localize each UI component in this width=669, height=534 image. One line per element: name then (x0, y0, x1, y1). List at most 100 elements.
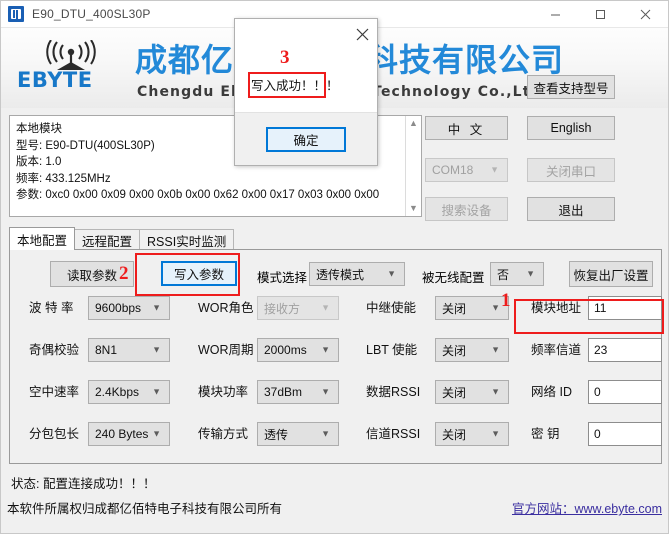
chevron-down-icon: ▼ (491, 428, 500, 439)
close-serial-port-button[interactable]: 关闭串口 (527, 158, 615, 182)
chevron-down-icon: ▼ (321, 344, 330, 355)
official-website-link[interactable]: 官方网站：www.ebyte.com (512, 498, 662, 517)
info-line: 参数: 0xc0 0x00 0x09 0x00 0x0b 0x00 0x62 0… (16, 189, 380, 201)
wireless-config-value: 否 (497, 267, 510, 282)
language-english-button[interactable]: English (527, 116, 615, 140)
module-power-label: 模块功率 (198, 385, 249, 399)
wor-role-select[interactable]: 接收方 ▼ (257, 296, 339, 320)
lbt-enable-label: LBT 使能 (366, 343, 418, 357)
param-row: 波 特 率 9600bps ▼ WOR角色 接收方 ▼ 中继使能 关闭 ▼ 模块… (10, 296, 662, 338)
channel-rssi-value: 关闭 (442, 427, 467, 442)
param-row: 奇偶校验 8N1 ▼ WOR周期 2000ms ▼ LBT 使能 关闭 ▼ 频率… (10, 338, 662, 380)
success-dialog: 写入成功！！！ 确定 (234, 18, 378, 166)
wor-period-value: 2000ms (264, 343, 307, 357)
transmission-mode-value: 透传 (264, 427, 289, 442)
wor-period-label: WOR周期 (198, 343, 254, 357)
panel-toolbar: 读取参数 写入参数 模式选择 透传模式 ▼ 被无线配置 否 ▼ 恢复出厂设置 (10, 250, 661, 296)
chevron-down-icon: ▼ (490, 164, 499, 175)
parity-select[interactable]: 8N1 ▼ (88, 338, 170, 362)
info-scrollbar[interactable]: ▲ ▼ (405, 116, 421, 216)
mode-select[interactable]: 透传模式 ▼ (309, 262, 405, 286)
tab-rssi-monitor[interactable]: RSSI实时监测 (139, 229, 235, 250)
tab-strip: 本地配置 远程配置 RSSI实时监测 (9, 227, 235, 250)
window-title: E90_DTU_400SL30P (32, 7, 151, 21)
data-rssi-label: 数据RSSI (366, 385, 421, 399)
lbt-enable-value: 关闭 (442, 343, 467, 358)
close-icon[interactable] (347, 20, 377, 48)
chevron-down-icon: ▼ (152, 344, 161, 355)
packet-length-label: 分包包长 (29, 427, 80, 441)
window-buttons (533, 1, 668, 28)
channel-rssi-select[interactable]: 关闭 ▼ (435, 422, 509, 446)
chevron-down-icon: ▼ (152, 302, 161, 313)
chevron-down-icon: ▼ (152, 428, 161, 439)
status-text: 状态: 配置连接成功！！！ (11, 477, 156, 491)
baud-rate-select[interactable]: 9600bps ▼ (88, 296, 170, 320)
chevron-down-icon: ▼ (491, 302, 500, 313)
application-window: E90_DTU_400SL30P EBYTE Chengdu Technolog… (0, 0, 669, 534)
frequency-channel-field[interactable]: 23 (588, 338, 662, 362)
parameter-grid: 波 特 率 9600bps ▼ WOR角色 接收方 ▼ 中继使能 关闭 ▼ 模块… (10, 296, 662, 464)
transmission-mode-select[interactable]: 透传 ▼ (257, 422, 339, 446)
chevron-down-icon: ▼ (321, 302, 330, 313)
lbt-enable-select[interactable]: 关闭 ▼ (435, 338, 509, 362)
dialog-title-bar (235, 19, 377, 49)
tab-local-config[interactable]: 本地配置 (9, 227, 76, 250)
chevron-down-icon: ▼ (321, 386, 330, 397)
parity-value: 8N1 (95, 343, 118, 357)
air-rate-value: 2.4Kbps (95, 385, 140, 399)
relay-enable-label: 中继使能 (366, 301, 417, 315)
relay-enable-select[interactable]: 关闭 ▼ (435, 296, 509, 320)
packet-length-select[interactable]: 240 Bytes ▼ (88, 422, 170, 446)
view-supported-models-button[interactable]: 查看支持型号 (527, 75, 615, 99)
key-field[interactable]: 0 (588, 422, 662, 446)
chevron-down-icon: ▼ (152, 386, 161, 397)
chevron-down-icon: ▼ (321, 428, 330, 439)
parity-label: 奇偶校验 (29, 343, 80, 357)
local-config-panel: 读取参数 写入参数 模式选择 透传模式 ▼ 被无线配置 否 ▼ 恢复出厂设置 波… (9, 249, 662, 464)
exit-button[interactable]: 退出 (527, 197, 615, 221)
minimize-icon[interactable] (533, 1, 578, 28)
info-line: 频率: 433.125MHz (16, 172, 111, 185)
dialog-ok-button[interactable]: 确定 (266, 127, 346, 152)
air-rate-select[interactable]: 2.4Kbps ▼ (88, 380, 170, 404)
read-params-button[interactable]: 读取参数 (50, 261, 134, 287)
scroll-down-icon[interactable]: ▼ (409, 204, 418, 213)
scroll-up-icon[interactable]: ▲ (409, 119, 418, 128)
ebyte-logo: EBYTE (17, 40, 127, 96)
chevron-down-icon: ▼ (491, 386, 500, 397)
network-id-field[interactable]: 0 (588, 380, 662, 404)
param-row: 分包包长 240 Bytes ▼ 传输方式 透传 ▼ 信道RSSI 关闭 ▼ 密… (10, 422, 662, 464)
com-port-value: COM18 (432, 163, 474, 177)
wireless-config-select[interactable]: 否 ▼ (490, 262, 544, 286)
maximize-icon[interactable] (578, 1, 623, 28)
param-row: 空中速率 2.4Kbps ▼ 模块功率 37dBm ▼ 数据RSSI 关闭 ▼ … (10, 380, 662, 422)
data-rssi-select[interactable]: 关闭 ▼ (435, 380, 509, 404)
packet-length-value: 240 Bytes (95, 427, 149, 441)
language-chinese-button[interactable]: 中 文 (425, 116, 508, 140)
mode-select-label: 模式选择 (257, 271, 308, 285)
ebyte-logo-text: EBYTE (17, 68, 93, 92)
transmission-mode-label: 传输方式 (198, 427, 249, 441)
tab-remote-config[interactable]: 远程配置 (74, 229, 141, 250)
com-port-select[interactable]: COM18 ▼ (425, 158, 508, 182)
chevron-down-icon: ▼ (526, 268, 535, 279)
air-rate-label: 空中速率 (29, 385, 80, 399)
factory-reset-button[interactable]: 恢复出厂设置 (569, 261, 653, 287)
mode-select-value: 透传模式 (316, 267, 365, 282)
search-device-button[interactable]: 搜索设备 (425, 197, 508, 221)
module-power-select[interactable]: 37dBm ▼ (257, 380, 339, 404)
key-label: 密 钥 (531, 427, 560, 441)
wor-period-select[interactable]: 2000ms ▼ (257, 338, 339, 362)
channel-rssi-label: 信道RSSI (366, 427, 421, 441)
baud-rate-label: 波 特 率 (29, 301, 74, 315)
baud-rate-value: 9600bps (95, 301, 142, 315)
relay-enable-value: 关闭 (442, 301, 467, 316)
chevron-down-icon: ▼ (491, 344, 500, 355)
close-icon[interactable] (623, 1, 668, 28)
write-params-button[interactable]: 写入参数 (161, 261, 237, 286)
module-power-value: 37dBm (264, 385, 303, 399)
wor-role-label: WOR角色 (198, 301, 254, 315)
module-address-field[interactable]: 11 (588, 296, 662, 320)
module-address-label: 模块地址 (531, 301, 582, 315)
